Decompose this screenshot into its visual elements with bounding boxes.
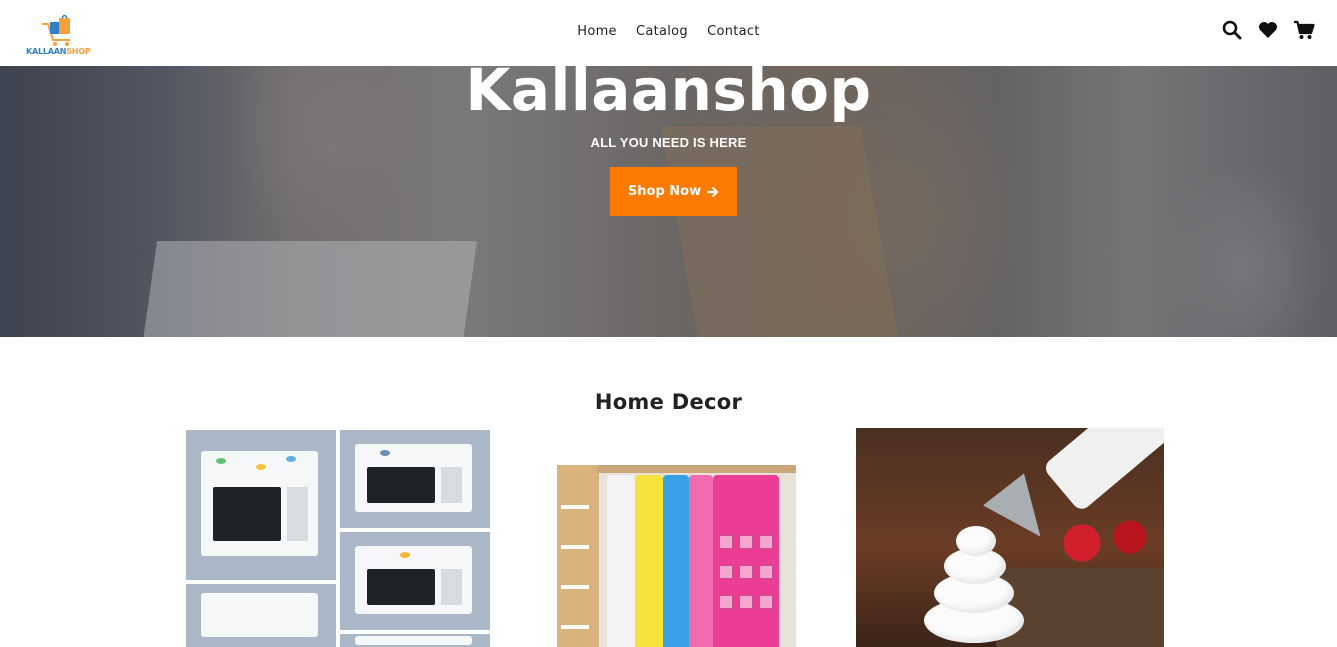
nav-catalog[interactable]: Catalog bbox=[636, 24, 688, 39]
garment-shape bbox=[663, 475, 689, 647]
hero-title: Kallaanshop bbox=[465, 66, 872, 124]
header-actions bbox=[1221, 18, 1315, 42]
rail-shape bbox=[597, 465, 796, 473]
section-title: Home Decor bbox=[594, 390, 743, 414]
hero-banner: Kallaanshop ALL YOU NEED IS HERE Shop No… bbox=[0, 66, 1337, 337]
product-card-piping-nozzle[interactable] bbox=[856, 428, 1164, 647]
main-nav: Home Catalog Contact bbox=[0, 20, 1337, 39]
logo-text-part2: SHOP bbox=[66, 47, 91, 56]
hero-subtitle: ALL YOU NEED IS HERE bbox=[590, 135, 747, 150]
cream-swirl-shape bbox=[914, 518, 1034, 647]
flowers-shape bbox=[1046, 513, 1164, 573]
product-image-tile bbox=[340, 532, 490, 630]
product-image-tile bbox=[186, 430, 336, 580]
product-image-tile bbox=[340, 430, 490, 528]
product-image-tile bbox=[186, 584, 336, 647]
garment-shape bbox=[713, 475, 779, 647]
site-header: KALLAANSHOP Home Catalog Contact bbox=[0, 0, 1337, 66]
shopping-cart-logo-icon bbox=[42, 14, 70, 46]
nav-contact[interactable]: Contact bbox=[707, 24, 760, 39]
shelf-shape bbox=[557, 465, 599, 647]
logo-text: KALLAANSHOP bbox=[26, 47, 91, 56]
product-image-tile bbox=[340, 634, 490, 647]
heart-icon[interactable] bbox=[1257, 19, 1279, 41]
arrow-right-icon bbox=[707, 186, 719, 197]
garment-shape bbox=[607, 475, 635, 647]
logo-text-part1: KALLAAN bbox=[26, 47, 67, 56]
product-card-wardrobe-organizer[interactable] bbox=[557, 465, 796, 647]
search-icon[interactable] bbox=[1221, 19, 1243, 41]
cart-icon[interactable] bbox=[1293, 19, 1315, 41]
product-card-microwave-cover[interactable] bbox=[186, 430, 490, 647]
site-logo[interactable]: KALLAANSHOP bbox=[26, 12, 91, 58]
nav-home[interactable]: Home bbox=[577, 24, 617, 39]
shop-now-button[interactable]: Shop Now bbox=[610, 167, 737, 216]
shop-now-label: Shop Now bbox=[627, 184, 702, 199]
garment-shape bbox=[689, 475, 713, 647]
garment-shape bbox=[635, 475, 663, 647]
